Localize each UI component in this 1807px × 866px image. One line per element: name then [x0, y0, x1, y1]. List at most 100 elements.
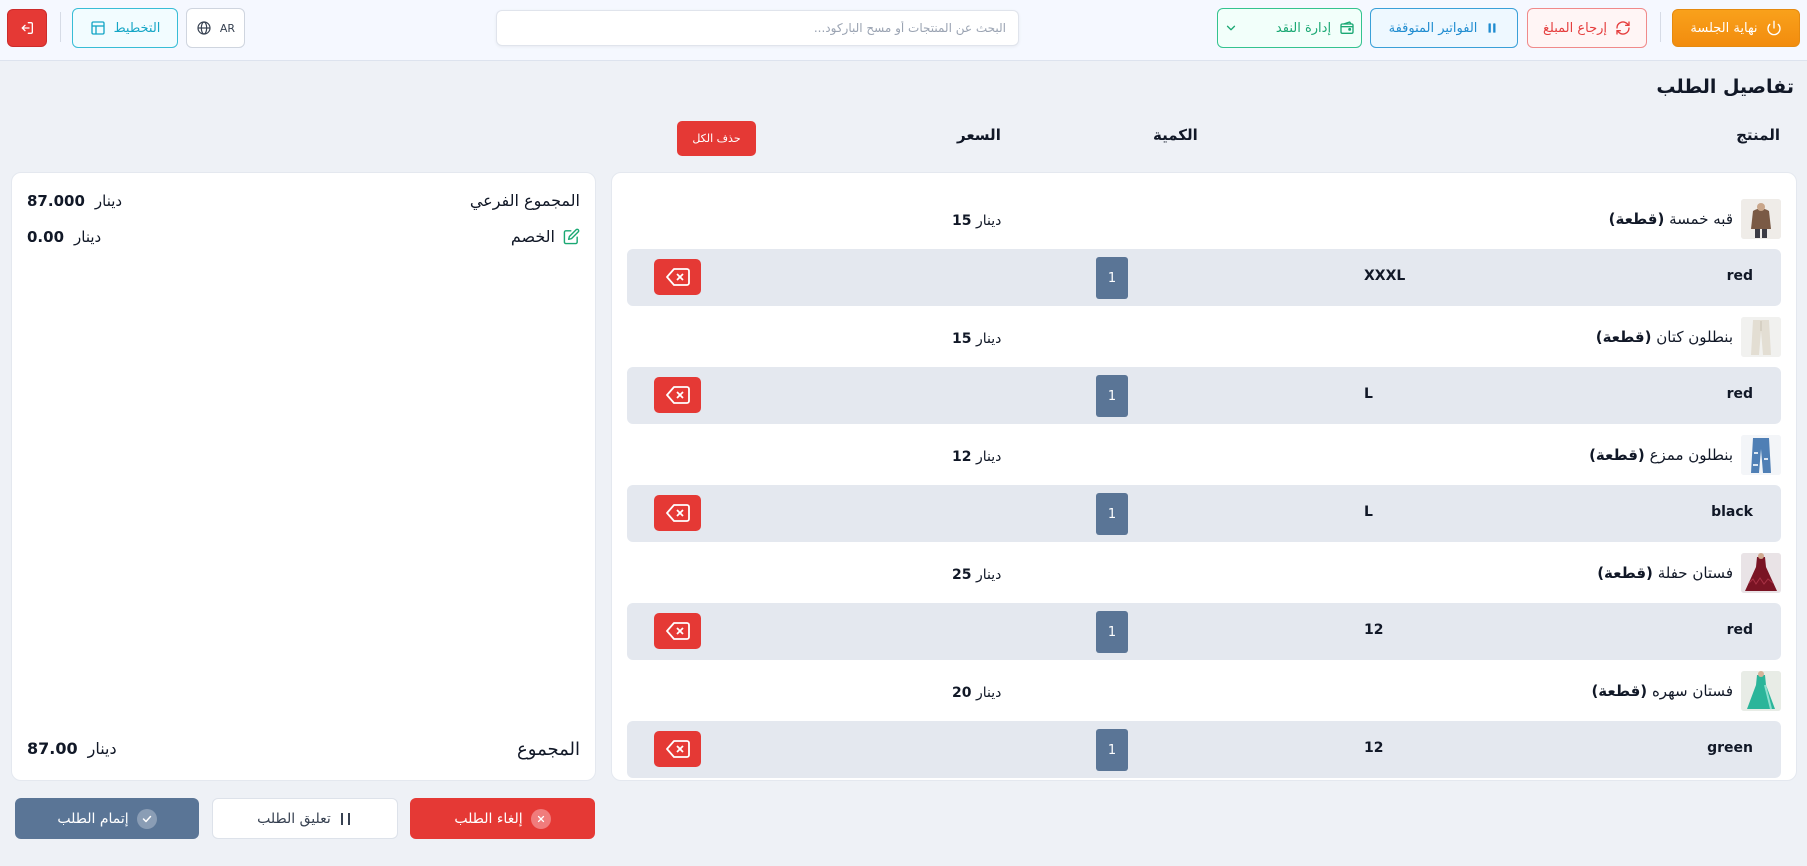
product-name: قبه خمسة (قطعة): [1608, 210, 1733, 228]
end-session-label: نهاية الجلسة: [1690, 20, 1758, 36]
product-price: 15 دينار: [952, 213, 1002, 229]
toolbar-divider: [1660, 12, 1661, 42]
product-name: بنطلون كتان (قطعة): [1595, 328, 1733, 346]
variant-color: red: [1726, 386, 1753, 402]
product-search: [496, 10, 1019, 46]
cash-management-label: إدارة النقد: [1275, 20, 1332, 36]
refresh-icon: [1616, 21, 1630, 35]
logout-button[interactable]: [7, 9, 47, 47]
close-icon: [530, 808, 551, 829]
quantity-stepper[interactable]: 1: [1096, 375, 1128, 417]
delete-all-button[interactable]: حذف الكل: [677, 121, 756, 156]
power-icon: [1766, 20, 1781, 36]
delete-item-button[interactable]: [654, 495, 701, 531]
variant-color: red: [1726, 268, 1753, 284]
backspace-icon: [665, 740, 690, 758]
column-header-product: المنتج: [1736, 126, 1780, 144]
backspace-icon: [665, 504, 690, 522]
column-header-price: السعر: [957, 126, 1001, 144]
chevron-down-icon: [1226, 25, 1236, 31]
cancel-order-label: إلغاء الطلب: [454, 810, 523, 827]
delete-item-button[interactable]: [654, 613, 701, 649]
order-item-header: فستان سهره (قطعة) 20 دينار: [627, 658, 1781, 716]
product-name: فستان حفلة (قطعة): [1597, 564, 1733, 582]
held-invoices-label: الفواتير المتوقفة: [1388, 20, 1478, 36]
discount-row: الخصم: [511, 227, 580, 246]
quantity-stepper[interactable]: 1: [1096, 729, 1128, 771]
layout-button[interactable]: التخطيط: [72, 8, 178, 48]
cash-management-button[interactable]: إدارة النقد: [1217, 8, 1362, 48]
discount-label: الخصم: [510, 227, 555, 246]
variant-color: green: [1707, 740, 1753, 756]
globe-icon: [197, 21, 211, 35]
column-header-quantity: الكمية: [1153, 126, 1198, 144]
order-item: بنطلون ممزع (قطعة) 12 دينار black L 1: [627, 422, 1781, 542]
complete-order-label: إتمام الطلب: [57, 810, 129, 827]
order-item: بنطلون كتان (قطعة) 15 دينار red L 1: [627, 304, 1781, 424]
order-item-variant: red XXXL 1: [627, 249, 1781, 306]
total-value: 87.00 دينار: [27, 739, 117, 758]
product-price: 25 دينار: [952, 567, 1002, 583]
quantity-stepper[interactable]: 1: [1096, 257, 1128, 299]
order-item: فستان حفلة (قطعة) 25 دينار red 12 1: [627, 540, 1781, 660]
order-items-panel: قبه خمسة (قطعة) 15 دينار red XXXL 1 بنطل…: [611, 172, 1797, 781]
hold-order-button[interactable]: تعليق الطلب: [212, 798, 398, 839]
backspace-icon: [665, 386, 690, 404]
quantity-stepper[interactable]: 1: [1096, 493, 1128, 535]
order-item-header: بنطلون كتان (قطعة) 15 دينار: [627, 304, 1781, 362]
product-thumbnail: [1741, 317, 1781, 357]
order-item: قبه خمسة (قطعة) 15 دينار red XXXL 1: [627, 186, 1781, 306]
wallet-icon: [1340, 21, 1354, 34]
backspace-icon: [665, 622, 690, 640]
product-name: بنطلون ممزع (قطعة): [1589, 446, 1733, 464]
product-thumbnail: [1741, 435, 1781, 475]
edit-icon[interactable]: [563, 228, 580, 245]
order-item-header: بنطلون ممزع (قطعة) 12 دينار: [627, 422, 1781, 480]
order-totals-panel: المجموع الفرعي 87.000 دينار الخصم 0.00 دين…: [11, 172, 596, 781]
layout-label: التخطيط: [113, 20, 161, 36]
variant-size: 12: [1364, 740, 1384, 756]
variant-color: red: [1726, 622, 1753, 638]
search-input[interactable]: [497, 11, 1018, 45]
product-price: 15 دينار: [952, 331, 1002, 347]
end-session-button[interactable]: نهاية الجلسة: [1672, 9, 1800, 47]
order-item-variant: red 12 1: [627, 603, 1781, 660]
order-item-header: قبه خمسة (قطعة) 15 دينار: [627, 186, 1781, 244]
cancel-order-button[interactable]: إلغاء الطلب: [410, 798, 595, 839]
product-thumbnail: [1741, 671, 1781, 711]
held-invoices-button[interactable]: الفواتير المتوقفة: [1370, 8, 1518, 48]
subtotal-value: 87.000 دينار: [27, 192, 123, 210]
pause-icon: [340, 812, 350, 825]
hold-order-label: تعليق الطلب: [257, 810, 331, 827]
order-item-header: فستان حفلة (قطعة) 25 دينار: [627, 540, 1781, 598]
product-thumbnail: [1741, 199, 1781, 239]
language-switch-button[interactable]: AR: [186, 8, 245, 48]
top-toolbar: نهاية الجلسة إرجاع المبلغ الفواتير المتو…: [0, 0, 1807, 61]
check-icon: [136, 808, 157, 829]
variant-color: black: [1711, 504, 1753, 520]
page-title: تفاصيل الطلب: [1656, 76, 1794, 98]
order-item-variant: green 12 1: [627, 721, 1781, 778]
product-name: فستان سهره (قطعة): [1591, 682, 1733, 700]
variant-size: XXXL: [1364, 268, 1406, 284]
backspace-icon: [665, 268, 690, 286]
total-label: المجموع: [517, 739, 580, 760]
product-price: 12 دينار: [952, 449, 1002, 465]
delete-item-button[interactable]: [654, 259, 701, 295]
refund-button[interactable]: إرجاع المبلغ: [1527, 8, 1647, 48]
variant-size: 12: [1364, 622, 1384, 638]
delete-item-button[interactable]: [654, 377, 701, 413]
product-price: 20 دينار: [952, 685, 1002, 701]
quantity-stepper[interactable]: 1: [1096, 611, 1128, 653]
subtotal-label: المجموع الفرعي: [469, 191, 580, 210]
variant-size: L: [1364, 504, 1373, 520]
toolbar-divider: [60, 12, 61, 42]
pause-icon: [1488, 23, 1496, 33]
discount-value: 0.00 دينار: [27, 228, 102, 246]
complete-order-button[interactable]: إتمام الطلب: [15, 798, 199, 839]
product-thumbnail: [1741, 553, 1781, 593]
logout-icon: [21, 22, 33, 34]
order-item-variant: black L 1: [627, 485, 1781, 542]
delete-item-button[interactable]: [654, 731, 701, 767]
language-label: AR: [219, 21, 236, 35]
